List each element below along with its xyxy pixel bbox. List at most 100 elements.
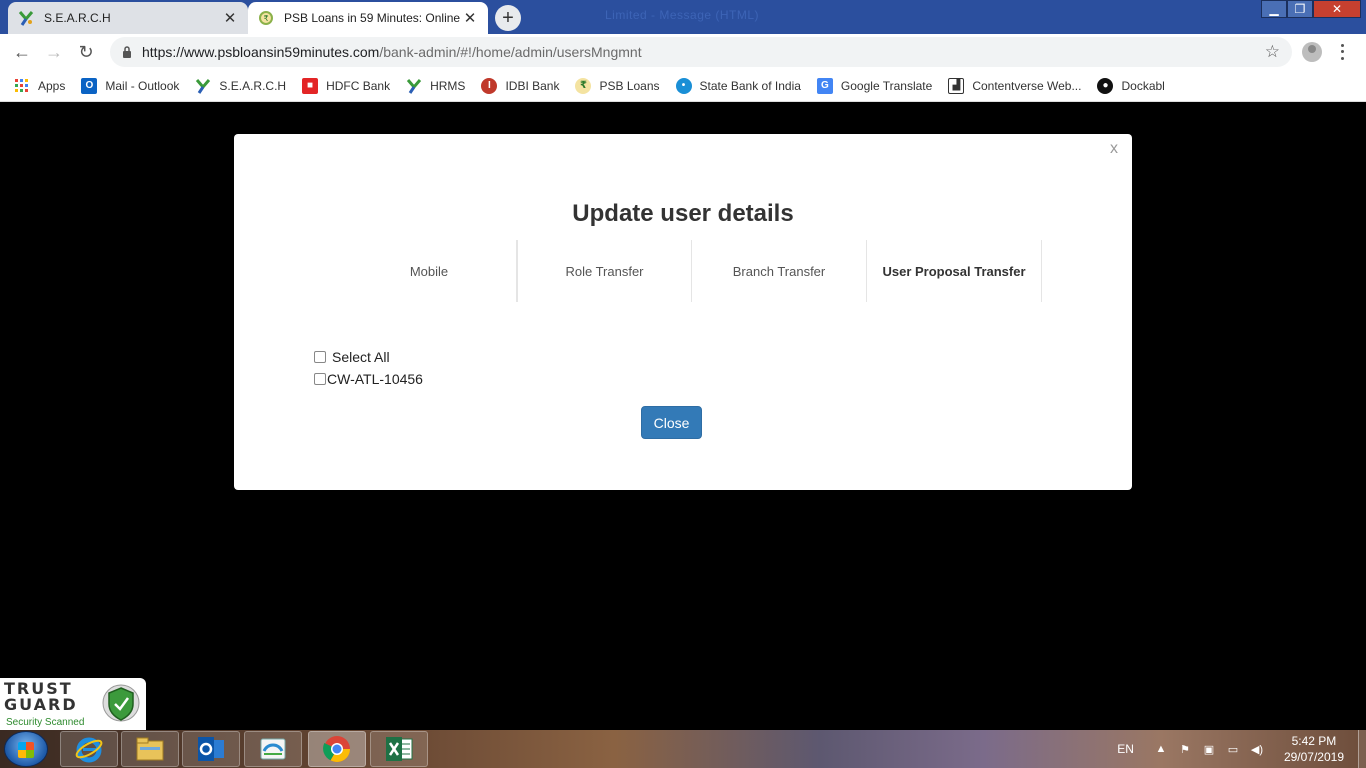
svg-text:₹: ₹ (263, 14, 268, 23)
shield-icon (102, 684, 140, 722)
tab-role-transfer[interactable]: Role Transfer (517, 240, 692, 302)
bookmark-label: Google Translate (840, 78, 933, 93)
bookmark-hdfc[interactable]: ■ HDFC Bank (302, 77, 390, 94)
bookmark-star-icon[interactable]: ☆ (1265, 42, 1280, 62)
bookmark-label: S.E.A.R.C.H (219, 78, 287, 93)
bookmark-dockabl[interactable]: ● Dockabl (1097, 77, 1165, 94)
file-explorer-icon (136, 737, 164, 761)
app-icon (260, 738, 286, 760)
start-button[interactable] (4, 731, 48, 767)
bookmark-label: HRMS (430, 78, 466, 93)
excel-icon (386, 737, 413, 761)
tab-title: S.E.A.R.C.H (44, 11, 111, 25)
contentverse-icon: ▟ (948, 77, 965, 94)
new-tab-button[interactable]: + (495, 5, 521, 31)
clock-date: 29/07/2019 (1283, 750, 1344, 764)
clock-time: 5:42 PM (1291, 734, 1337, 748)
address-bar[interactable]: https://www.psbloansin59minutes.com/bank… (110, 37, 1292, 67)
forward-arrow-icon[interactable]: → (42, 40, 66, 64)
url-host: https://www.psbloansin59minutes.com (142, 44, 380, 60)
bookmarks-bar: Apps O Mail - Outlook S.E.A.R.C.H ■ HDFC… (0, 70, 1366, 102)
hrms-icon (406, 78, 422, 94)
bookmark-idbi[interactable]: I IDBI Bank (481, 77, 560, 94)
system-tray: EN ▲ ⚑ ▣ ▭ ◀) 5:42 PM 29/07/2019 (1117, 730, 1366, 768)
bookmark-search[interactable]: S.E.A.R.C.H (195, 78, 286, 94)
show-hidden-icons-icon[interactable]: ▲ (1154, 742, 1168, 756)
psb-icon: ₹ (259, 11, 273, 25)
url-path: /bank-admin/#!/home/admin/usersMngmnt (379, 44, 642, 60)
bookmark-label: Mail - Outlook (105, 78, 180, 93)
select-all-label: Select All (332, 349, 390, 365)
background-window-title: Limited - Message (HTML) (605, 8, 760, 22)
close-tab-icon[interactable]: ✕ (222, 10, 238, 27)
tab-search[interactable]: S.E.A.R.C.H ✕ (8, 2, 248, 34)
trust-guard-logo: TRUST GUARD (4, 681, 78, 713)
tab-branch-transfer[interactable]: Branch Transfer (692, 240, 867, 302)
search-logo-icon (18, 11, 34, 26)
network-icon[interactable]: ▭ (1226, 742, 1240, 756)
proposal-checklist: Select All CW-ATL-10456 (314, 346, 423, 390)
dockabl-icon: ● (1097, 77, 1114, 94)
back-arrow-icon[interactable]: ← (10, 40, 34, 64)
bookmark-apps[interactable]: Apps (14, 78, 65, 94)
bookmark-sbi[interactable]: • State Bank of India (675, 77, 801, 94)
bookmark-label: PSB Loans (599, 78, 660, 93)
sbi-icon: • (675, 77, 692, 94)
device-icon[interactable]: ▣ (1202, 742, 1216, 756)
chrome-menu-icon[interactable] (1336, 42, 1348, 62)
clock[interactable]: 5:42 PM 29/07/2019 (1284, 733, 1344, 765)
translate-icon: G (816, 77, 833, 94)
search-logo-icon (196, 78, 211, 94)
bookmark-label: Apps (38, 78, 66, 93)
minimize-button[interactable]: ▁ (1261, 0, 1287, 18)
bookmark-label: Dockabl (1121, 78, 1165, 93)
tab-title: PSB Loans in 59 Minutes: Online (284, 11, 461, 25)
modal-tabs: Mobile Role Transfer Branch Transfer Use… (342, 240, 1042, 302)
taskbar-chrome[interactable] (308, 731, 366, 767)
outlook-icon: O (81, 77, 98, 94)
proposal-id: CW-ATL-10456 (327, 371, 423, 387)
maximize-button[interactable]: ❐ (1287, 0, 1313, 18)
bookmark-contentverse[interactable]: ▟ Contentverse Web... (948, 77, 1082, 94)
bookmark-label: Contentverse Web... (972, 78, 1082, 93)
show-desktop-button[interactable] (1358, 730, 1366, 768)
tab-psb-loans[interactable]: ₹ PSB Loans in 59 Minutes: Online ✕ (248, 2, 488, 34)
modal-title: Update user details (572, 200, 794, 227)
internet-explorer-icon (75, 737, 103, 763)
taskbar-outlook[interactable] (182, 731, 240, 767)
proposal-checkbox[interactable] (314, 373, 326, 385)
bookmark-google-translate[interactable]: G Google Translate (816, 77, 933, 94)
browser-tab-strip: Limited - Message (HTML) S.E.A.R.C.H ✕ ₹… (0, 0, 1366, 34)
browser-toolbar: ← → ↻ https://www.psbloansin59minutes.co… (0, 34, 1366, 70)
bookmark-label: State Bank of India (699, 78, 801, 93)
psb-icon: ₹ (575, 77, 592, 94)
taskbar-internet-explorer[interactable] (60, 731, 118, 767)
taskbar-app[interactable] (244, 731, 302, 767)
select-all-checkbox[interactable] (314, 351, 326, 363)
select-all-row: Select All (314, 346, 423, 368)
tab-user-proposal-transfer[interactable]: User Proposal Transfer (867, 240, 1042, 302)
trust-guard-subtitle: Security Scanned (6, 717, 85, 728)
bookmark-mail-outlook[interactable]: O Mail - Outlook (81, 77, 180, 94)
bookmark-hrms[interactable]: HRMS (406, 78, 465, 94)
close-window-button[interactable]: ✕ (1313, 0, 1361, 18)
volume-icon[interactable]: ◀) (1250, 742, 1264, 756)
update-user-modal: x Update user details Mobile Role Transf… (234, 134, 1132, 490)
reload-icon[interactable]: ↻ (74, 40, 98, 64)
chrome-icon (323, 736, 351, 763)
close-tab-icon[interactable]: ✕ (462, 10, 478, 27)
close-button[interactable]: Close (641, 406, 702, 439)
apps-grid-icon (15, 78, 28, 92)
outlook-icon (198, 737, 224, 761)
tab-mobile[interactable]: Mobile (342, 240, 517, 302)
profile-avatar[interactable] (1302, 42, 1322, 62)
bookmark-psb-loans[interactable]: ₹ PSB Loans (575, 77, 660, 94)
taskbar-file-explorer[interactable] (121, 731, 179, 767)
language-indicator[interactable]: EN (1117, 742, 1134, 756)
trust-guard-badge[interactable]: TRUST GUARD Security Scanned (0, 678, 146, 730)
idbi-icon: I (481, 77, 498, 94)
taskbar-excel[interactable] (370, 731, 428, 767)
action-center-flag-icon[interactable]: ⚑ (1178, 742, 1192, 756)
close-icon[interactable]: x (1110, 140, 1118, 158)
bookmark-label: IDBI Bank (505, 78, 560, 93)
